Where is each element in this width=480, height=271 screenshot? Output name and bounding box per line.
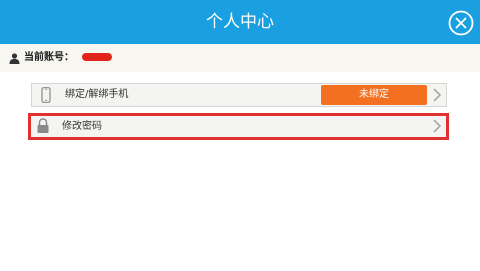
change-password-label: 修改密码 <box>62 121 102 132</box>
account-value-redacted <box>82 53 112 61</box>
unbound-status-button[interactable]: 未绑定 <box>321 85 427 105</box>
change-password-row[interactable]: 修改密码 <box>28 113 449 140</box>
page-title: 个人中心 <box>206 12 274 32</box>
phone-icon <box>41 87 51 103</box>
lock-icon <box>37 118 49 133</box>
close-circle-icon <box>448 10 474 36</box>
header-bar: 个人中心 <box>0 0 480 44</box>
bind-phone-label: 绑定/解绑手机 <box>65 89 129 100</box>
account-bar: 当前账号： <box>0 44 480 72</box>
user-icon <box>9 53 20 64</box>
account-label: 当前账号： <box>24 52 74 63</box>
chevron-right-icon <box>433 119 442 133</box>
close-button[interactable] <box>448 10 474 36</box>
bind-phone-row[interactable]: 绑定/解绑手机 未绑定 <box>31 83 447 107</box>
personal-center-window: 个人中心 当前账号： 绑定/解绑手机 未绑定 修改密码 <box>0 0 480 271</box>
chevron-right-icon <box>433 88 442 102</box>
